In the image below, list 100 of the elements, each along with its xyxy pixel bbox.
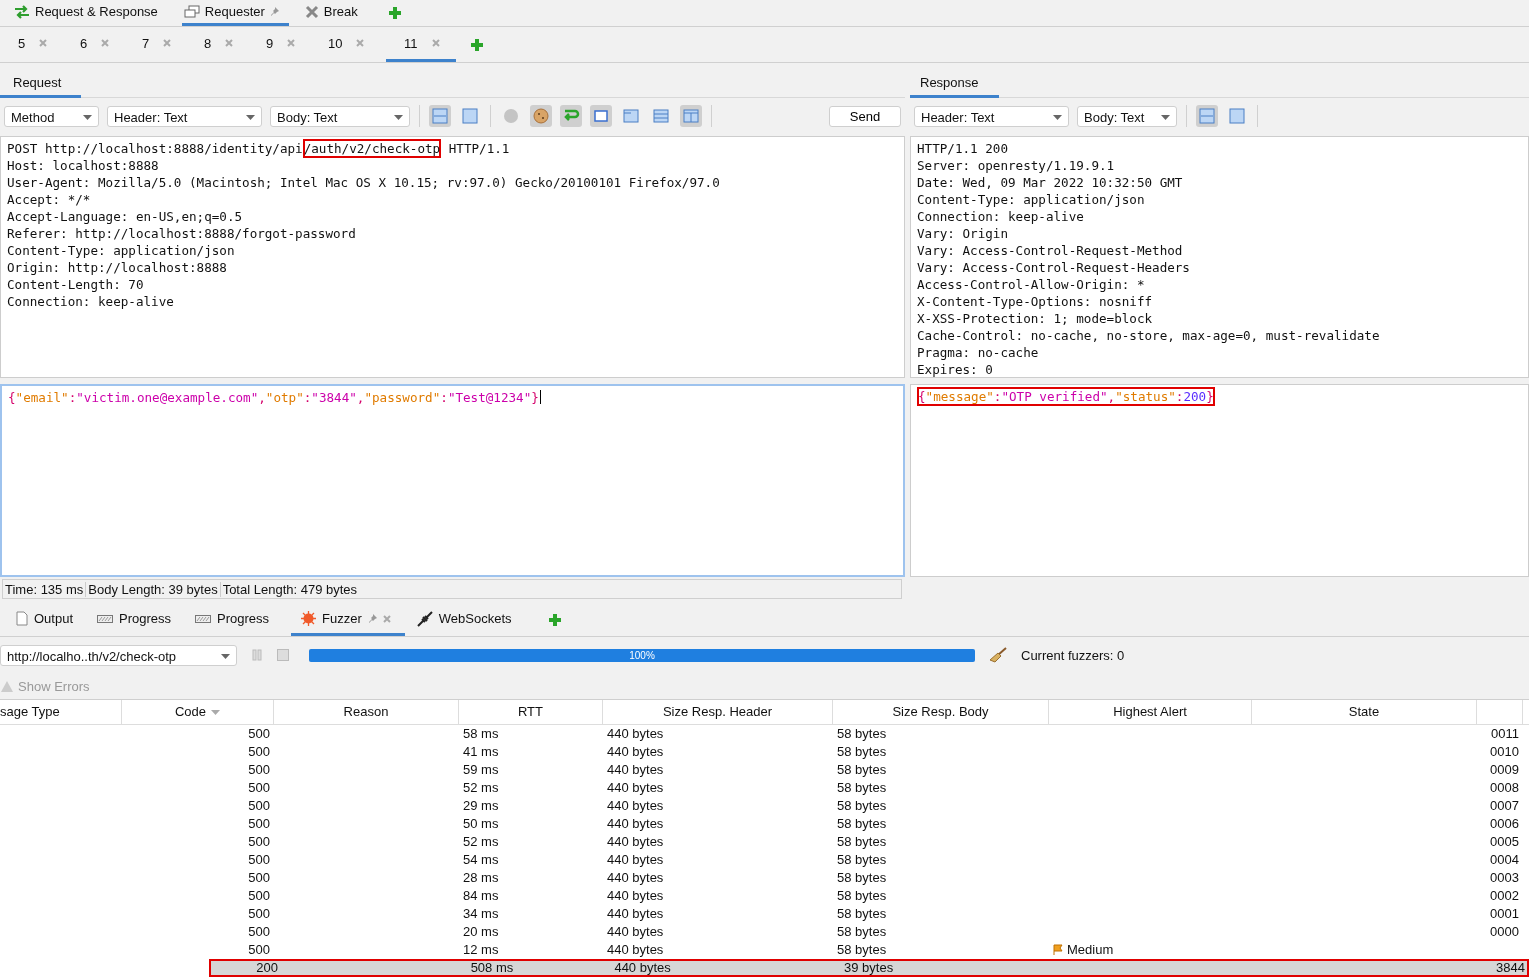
table-cell: 0001 — [1490, 905, 1519, 923]
result-row[interactable]: 500 20 ms 440 bytes 58 bytes 0000 — [0, 923, 1529, 941]
header-view-select[interactable]: Header: Text — [914, 105, 1069, 127]
panel-tab[interactable]: Output — [14, 604, 86, 637]
method-select[interactable]: Method — [4, 105, 99, 127]
result-row[interactable]: 500 28 ms 440 bytes 58 bytes 0003 — [0, 869, 1529, 887]
close-icon[interactable] — [39, 39, 48, 47]
close-icon[interactable] — [101, 39, 110, 47]
json-token: : — [440, 390, 448, 405]
close-icon[interactable] — [163, 39, 172, 47]
result-row[interactable]: 500 58 ms 440 bytes 58 bytes 0011 — [0, 725, 1529, 743]
header-view-select[interactable]: Header: Text — [107, 105, 262, 127]
session-tab[interactable]: 7 — [142, 27, 204, 62]
header-editor[interactable] — [910, 136, 1529, 378]
layout-icon[interactable] — [429, 105, 451, 127]
main-tab[interactable]: Request & Response — [12, 0, 168, 26]
body-view-select[interactable]: Body: Text — [270, 105, 410, 127]
layout-icon[interactable] — [1226, 105, 1248, 127]
column-header[interactable]: Code — [122, 700, 274, 724]
result-row[interactable]: 500 29 ms 440 bytes 58 bytes 0007 — [0, 797, 1529, 815]
table-cell: 500 — [248, 869, 270, 887]
panel-tab[interactable]: Fuzzer — [291, 604, 405, 637]
column-header[interactable]: Highest Alert — [1049, 700, 1252, 724]
pause-icon[interactable] — [251, 649, 263, 662]
pane-tab[interactable]: Response — [910, 75, 999, 98]
table-cell: 59 ms — [463, 761, 499, 779]
column-header[interactable]: Reason — [274, 700, 459, 724]
header-line: Accept: */* — [7, 191, 92, 208]
column-header[interactable]: State — [1252, 700, 1477, 724]
pin-icon[interactable] — [367, 614, 377, 624]
close-icon[interactable] — [356, 39, 365, 47]
panel-tab[interactable]: Progress — [193, 604, 282, 637]
close-icon[interactable] — [225, 39, 234, 47]
table-cell: 54 ms — [463, 851, 499, 869]
warning-icon[interactable] — [0, 679, 14, 693]
column-header[interactable]: sage Type — [0, 700, 122, 724]
table-cell: 440 bytes — [607, 779, 664, 797]
main-tab[interactable]: Break — [302, 0, 368, 26]
layout-icon[interactable] — [1196, 105, 1218, 127]
table-cell: 508 ms — [470, 959, 514, 977]
tab-label: Fuzzer — [322, 611, 362, 627]
table-cell: 500 — [248, 887, 270, 905]
add-icon[interactable] — [547, 613, 562, 628]
add-icon[interactable] — [387, 6, 402, 20]
session-tab[interactable]: 5 — [18, 27, 80, 62]
layout-icon[interactable] — [680, 105, 702, 127]
result-row[interactable]: 500 59 ms 440 bytes 58 bytes 0009 — [0, 761, 1529, 779]
table-cell: 58 ms — [463, 725, 499, 743]
header-line: Vary: Origin — [917, 225, 1009, 242]
result-row[interactable]: 500 52 ms 440 bytes 58 bytes 0008 — [0, 779, 1529, 797]
close-icon[interactable] — [287, 39, 296, 47]
target-select[interactable]: http://localho..th/v2/check-otp — [0, 644, 237, 666]
caret-icon — [83, 114, 92, 120]
session-tab[interactable]: 11 — [386, 27, 456, 62]
result-row[interactable]: 500 50 ms 440 bytes 58 bytes 0006 — [0, 815, 1529, 833]
status-text: Body Length: 39 bytes — [86, 581, 221, 597]
add-icon[interactable] — [470, 37, 484, 52]
session-tab[interactable]: 6 — [80, 27, 142, 62]
panel-tab[interactable]: Progress — [95, 604, 184, 637]
tab-label: Request & Response — [35, 4, 158, 19]
json-token: : — [1175, 389, 1184, 404]
session-tab[interactable]: 8 — [204, 27, 266, 62]
pin-icon[interactable] — [269, 7, 279, 16]
main-tab[interactable]: Requester — [181, 0, 289, 26]
json-token: "email" — [15, 390, 69, 405]
pane-tab[interactable]: Request — [0, 75, 82, 98]
result-row[interactable]: 500 84 ms 440 bytes 58 bytes 0002 — [0, 887, 1529, 905]
broom-icon[interactable] — [989, 647, 1007, 664]
body-view-select[interactable]: Body: Text — [1077, 105, 1177, 127]
session-tab[interactable]: 9 — [266, 27, 328, 62]
result-row[interactable]: 500 34 ms 440 bytes 58 bytes 0001 — [0, 905, 1529, 923]
result-row[interactable]: 500 12 ms 440 bytes 58 bytes Medium — [0, 941, 1529, 959]
layout-icon[interactable] — [459, 105, 481, 127]
close-icon[interactable] — [431, 39, 440, 47]
column-header[interactable]: Size Resp. Header — [603, 700, 833, 724]
header-line: Date: Wed, 09 Mar 2022 10:32:50 GMT — [917, 174, 1184, 191]
send-button[interactable]: Send — [829, 105, 901, 127]
cross-icon — [304, 4, 319, 19]
result-row[interactable]: 500 41 ms 440 bytes 58 bytes 0010 — [0, 743, 1529, 761]
column-header[interactable]: Size Resp. Body — [833, 700, 1049, 724]
body-editor[interactable]: {"email":"victim.one@example.com","otp":"3844","password":"Test@1234"} — [0, 384, 905, 578]
flag-icon — [1053, 944, 1064, 956]
close-icon[interactable] — [382, 614, 391, 623]
table-cell: 200 — [256, 959, 278, 977]
tab-label: 11 — [404, 35, 418, 51]
table-cell: 52 ms — [463, 779, 499, 797]
panel-tab[interactable]: WebSockets — [414, 604, 524, 637]
result-row[interactable]: 200 508 ms 440 bytes 39 bytes 3844 — [209, 959, 1529, 977]
body-editor[interactable]: {"message":"OTP verified","status":200} — [910, 384, 1529, 578]
cookie-icon[interactable] — [530, 105, 552, 127]
column-header[interactable]: RTT — [459, 700, 603, 724]
layout-icon[interactable] — [590, 105, 612, 127]
result-row[interactable]: 500 52 ms 440 bytes 58 bytes 0005 — [0, 833, 1529, 851]
tab-label: 6 — [80, 35, 88, 51]
stop-icon[interactable] — [277, 649, 289, 662]
result-row[interactable]: 500 54 ms 440 bytes 58 bytes 0004 — [0, 851, 1529, 869]
table-cell: 440 bytes — [607, 725, 664, 743]
header-editor[interactable] — [0, 136, 905, 378]
json-token: "otp" — [265, 390, 304, 405]
table-cell: 58 bytes — [837, 779, 887, 797]
